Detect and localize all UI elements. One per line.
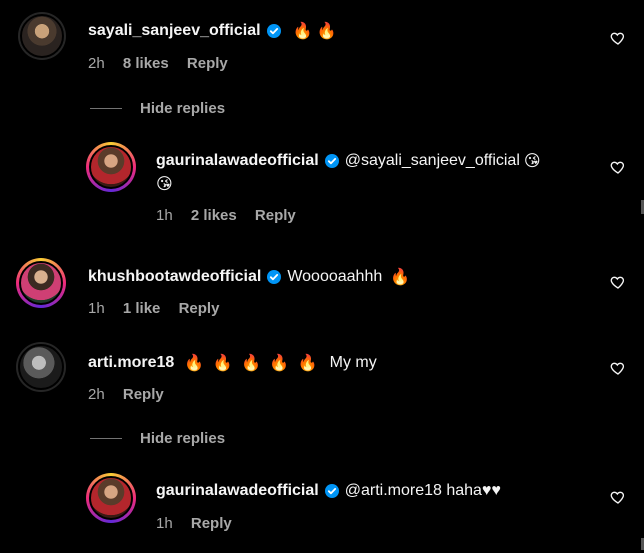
fire-emoji-icon: 🔥 🔥 <box>292 23 337 40</box>
verified-badge-icon <box>324 154 339 168</box>
timestamp: 2h <box>88 386 105 403</box>
avatar-image <box>19 261 63 305</box>
username[interactable]: arti.more18 <box>88 354 174 372</box>
username[interactable]: gaurinalawadeofficial <box>156 482 319 500</box>
comment-line: sayali_sanjeev_official 🔥 🔥 <box>88 21 337 41</box>
hide-replies-label: Hide replies <box>140 100 226 117</box>
avatar[interactable] <box>86 142 136 192</box>
verified-badge-icon <box>267 270 282 284</box>
comment-text: @sayali_sanjeev_official <box>344 152 520 169</box>
avatar-image <box>89 145 133 189</box>
reply-button[interactable]: Reply <box>187 55 228 72</box>
avatar-image <box>20 14 64 58</box>
username[interactable]: sayali_sanjeev_official <box>88 22 261 40</box>
fire-emoji-icon: 🔥 🔥 🔥 🔥 🔥 <box>184 355 320 372</box>
likes-count[interactable]: 8 likes <box>123 55 169 72</box>
avatar-image <box>89 476 133 520</box>
likes-count[interactable]: 1 like <box>123 300 161 317</box>
avatar[interactable] <box>16 258 66 308</box>
comment-line: arti.more18 🔥 🔥 🔥 🔥 🔥 My my <box>88 353 377 373</box>
avatar[interactable] <box>16 342 66 392</box>
comment-meta: 2h 8 likes Reply <box>88 55 242 72</box>
username[interactable]: khushbootawdeofficial <box>88 268 261 286</box>
avatar[interactable] <box>86 473 136 523</box>
heart-outline-icon[interactable] <box>610 159 626 175</box>
divider-line <box>90 108 122 109</box>
timestamp: 1h <box>156 207 173 224</box>
heart-outline-icon[interactable] <box>610 360 626 376</box>
comment-meta: 1h Reply <box>156 515 246 532</box>
heart-outline-icon[interactable] <box>610 274 626 290</box>
comment-line-2: 😘 <box>156 174 173 194</box>
verified-badge-icon <box>266 24 281 38</box>
comment-line: gaurinalawadeofficial @arti.more18 haha♥… <box>156 482 501 500</box>
kiss-emoji-icon: 😘 <box>523 153 541 170</box>
heart-outline-icon[interactable] <box>610 489 626 505</box>
hide-replies-label: Hide replies <box>140 430 226 447</box>
comment-meta: 2h Reply <box>88 386 178 403</box>
hide-replies-button[interactable]: Hide replies <box>90 430 225 447</box>
reply-button[interactable]: Reply <box>179 300 220 317</box>
comment-meta: 1h 1 like Reply <box>88 300 233 317</box>
hide-replies-button[interactable]: Hide replies <box>90 100 225 117</box>
username[interactable]: gaurinalawadeofficial <box>156 152 319 170</box>
divider-line <box>90 438 122 439</box>
verified-badge-icon <box>324 484 339 498</box>
avatar-image <box>18 344 64 390</box>
comment-text: Wooooaahhh <box>287 268 383 285</box>
heart-outline-icon[interactable] <box>610 30 626 46</box>
timestamp: 1h <box>88 300 105 317</box>
comment-meta: 1h 2 likes Reply <box>156 207 310 224</box>
reply-button[interactable]: Reply <box>123 386 164 403</box>
avatar[interactable] <box>18 12 66 60</box>
comment-line: gaurinalawadeofficial @sayali_sanjeev_of… <box>156 151 541 171</box>
kiss-emoji-icon: 😘 <box>156 176 173 193</box>
comment-text: @arti.more18 haha♥♥ <box>344 482 501 499</box>
comment-line: khushbootawdeofficial Wooooaahhh 🔥 <box>88 267 410 287</box>
likes-count[interactable]: 2 likes <box>191 207 237 224</box>
reply-button[interactable]: Reply <box>255 207 296 224</box>
timestamp: 2h <box>88 55 105 72</box>
reply-button[interactable]: Reply <box>191 515 232 532</box>
comment-text: My my <box>329 354 377 371</box>
timestamp: 1h <box>156 515 173 532</box>
fire-emoji-icon: 🔥 <box>390 269 411 286</box>
